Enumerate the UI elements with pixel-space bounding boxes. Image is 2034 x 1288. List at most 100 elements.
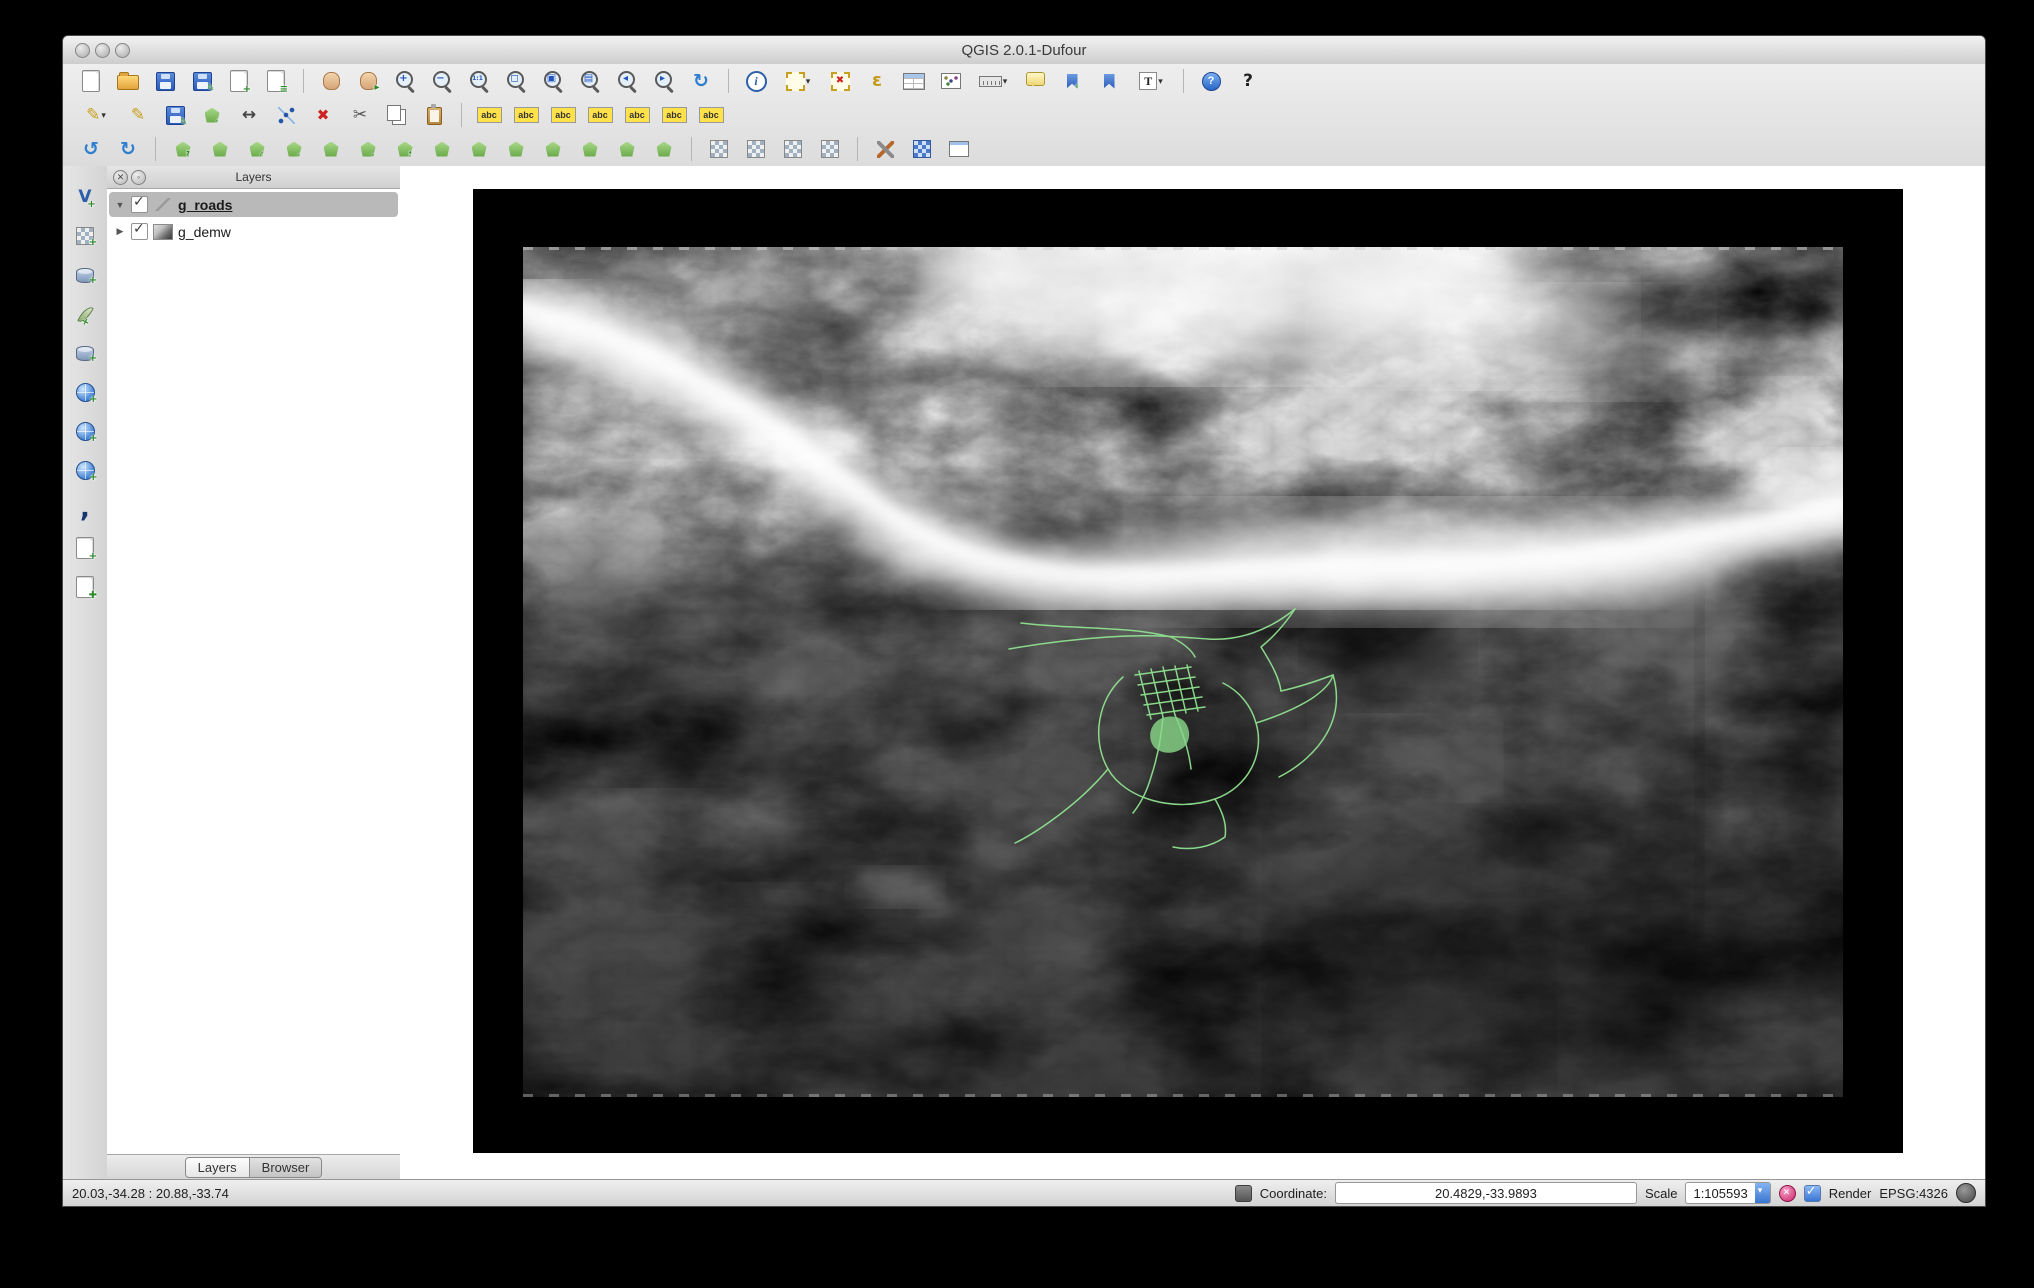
new-spatialite-layer-button[interactable]: ✚ [69, 572, 101, 602]
rotate-feature-button[interactable]: ↻ [167, 134, 199, 164]
plugin-tools-button[interactable] [869, 134, 901, 164]
zoom-to-layer-button[interactable]: ▤ [574, 66, 606, 96]
undo-button[interactable]: ↺ [75, 134, 107, 164]
text-annotation-button[interactable]: T▾ [1130, 66, 1172, 96]
field-calculator-button[interactable] [935, 66, 967, 96]
current-edits-button[interactable]: ✎▾ [75, 100, 117, 130]
map-tips-button[interactable] [1019, 66, 1051, 96]
scale-combo[interactable]: 1:105593 [1685, 1182, 1770, 1204]
deselect-all-button[interactable]: ✖ [824, 66, 856, 96]
identify-features-button[interactable]: i [740, 66, 772, 96]
layer-item-g_demw[interactable]: ▶ g_demw [109, 219, 398, 244]
show-bookmarks-button[interactable] [1093, 66, 1125, 96]
full-cumulative-stretch-button[interactable] [814, 134, 846, 164]
pan-map-to-selection-button[interactable]: ▸ [352, 66, 384, 96]
add-part-button[interactable]: + [278, 134, 310, 164]
add-vector-layer-button[interactable]: V+ [69, 182, 101, 212]
delete-selected-button[interactable]: ✖ [307, 100, 339, 130]
zoom-last-button[interactable]: ◂ [611, 66, 643, 96]
change-label-properties-button[interactable]: abc [658, 100, 690, 130]
open-project-button[interactable] [112, 66, 144, 96]
split-parts-button[interactable] [537, 134, 569, 164]
window-titlebar[interactable]: QGIS 2.0.1-Dufour [63, 36, 1985, 65]
pin-unpin-labels-button[interactable]: abc [510, 100, 542, 130]
expander-icon[interactable]: ▶ [114, 226, 126, 237]
zoom-next-button[interactable]: ▸ [648, 66, 680, 96]
save-project-as-button[interactable]: ✎ [186, 66, 218, 96]
full-histogram-stretch-button[interactable] [740, 134, 772, 164]
add-spatialite-layer-button[interactable]: + [69, 299, 101, 329]
local-histogram-stretch-button[interactable] [703, 134, 735, 164]
delete-ring-button[interactable]: − [352, 134, 384, 164]
toggle-editing-button[interactable]: ✎ [122, 100, 154, 130]
highlight-pinned-labels-button[interactable]: abc [547, 100, 579, 130]
add-feature-button[interactable]: + [196, 100, 228, 130]
labeling-button[interactable]: abc [473, 100, 505, 130]
rotate-point-symbols-button[interactable] [648, 134, 680, 164]
local-cumulative-stretch-button[interactable] [777, 134, 809, 164]
zoom-full-button[interactable]: ◻ [500, 66, 532, 96]
paste-features-button[interactable] [418, 100, 450, 130]
add-wfs-layer-button[interactable]: + [69, 455, 101, 485]
add-wms-layer-button[interactable]: + [69, 377, 101, 407]
zoom-in-button[interactable]: + [389, 66, 421, 96]
panel-float-icon[interactable]: ◦ [131, 170, 146, 185]
coordinate-input[interactable] [1335, 1182, 1637, 1204]
move-label-button[interactable]: abc [584, 100, 616, 130]
add-mssql-layer-button[interactable]: + [69, 338, 101, 368]
layer-visibility-checkbox[interactable] [131, 223, 148, 240]
add-ring-button[interactable]: ○ [241, 134, 273, 164]
new-print-composer-button[interactable]: + [223, 66, 255, 96]
minimize-button[interactable] [95, 43, 110, 58]
add-raster-layer-button[interactable]: + [69, 221, 101, 251]
cut-features-button[interactable]: ✂ [344, 100, 376, 130]
layer-name-label[interactable]: g_demw [178, 224, 231, 240]
layer-visibility-checkbox[interactable] [131, 196, 148, 213]
add-wcs-layer-button[interactable]: + [69, 416, 101, 446]
select-by-expression-button[interactable]: ε [861, 66, 893, 96]
composer-manager-button[interactable]: ≡ [260, 66, 292, 96]
measure-line-button[interactable]: ▾ [972, 66, 1014, 96]
rotate-label-button[interactable]: abc [621, 100, 653, 130]
save-layer-edits-button[interactable]: ✎ [159, 100, 191, 130]
add-delimited-text-layer-button[interactable]: , [69, 494, 101, 524]
close-button[interactable] [75, 43, 90, 58]
split-features-button[interactable]: / [500, 134, 532, 164]
layer-name-label[interactable]: g_roads [178, 197, 232, 213]
zoom-out-button[interactable]: − [426, 66, 458, 96]
save-project-button[interactable] [149, 66, 181, 96]
new-bookmark-button[interactable]: + [1056, 66, 1088, 96]
merge-selected-features-button[interactable] [574, 134, 606, 164]
merge-attributes-button[interactable] [611, 134, 643, 164]
panel-tab-layers[interactable]: Layers [185, 1157, 250, 1178]
stop-rendering-icon[interactable] [1779, 1185, 1796, 1202]
help-contents-button[interactable]: ? [1195, 66, 1227, 96]
new-shapefile-layer-button[interactable]: + [69, 533, 101, 563]
select-features-button[interactable]: ▾ [777, 66, 819, 96]
delete-part-button[interactable]: ✖ [389, 134, 421, 164]
show-hide-labels-button[interactable]: abc [695, 100, 727, 130]
copy-features-button[interactable] [381, 100, 413, 130]
open-attribute-table-button[interactable] [898, 66, 930, 96]
zoom-button[interactable] [115, 43, 130, 58]
refresh-map-button[interactable]: ↻ [685, 66, 717, 96]
crs-status-icon[interactable] [1956, 1183, 1976, 1203]
zoom-to-selection-button[interactable]: ▣ [537, 66, 569, 96]
map-canvas[interactable] [400, 166, 1985, 1180]
layers-panel-header[interactable]: ✕ ◦ Layers [107, 166, 400, 189]
node-tool-button[interactable] [270, 100, 302, 130]
toggle-extents-icon[interactable] [1235, 1185, 1252, 1202]
plugin-manager-button[interactable] [943, 134, 975, 164]
fill-ring-button[interactable] [315, 134, 347, 164]
whats-this-button[interactable]: ? [1232, 66, 1264, 96]
new-project-button[interactable] [75, 66, 107, 96]
redo-button[interactable]: ↻ [112, 134, 144, 164]
add-postgis-layer-button[interactable]: + [69, 260, 101, 290]
simplify-feature-button[interactable] [204, 134, 236, 164]
python-console-button[interactable] [906, 134, 938, 164]
expander-icon[interactable]: ▼ [114, 200, 126, 210]
layer-item-g_roads[interactable]: ▼ g_roads [109, 192, 398, 217]
move-feature-button[interactable]: ↔ [233, 100, 265, 130]
zoom-native-resolution-button[interactable]: 1:1 [463, 66, 495, 96]
panel-close-icon[interactable]: ✕ [113, 170, 128, 185]
